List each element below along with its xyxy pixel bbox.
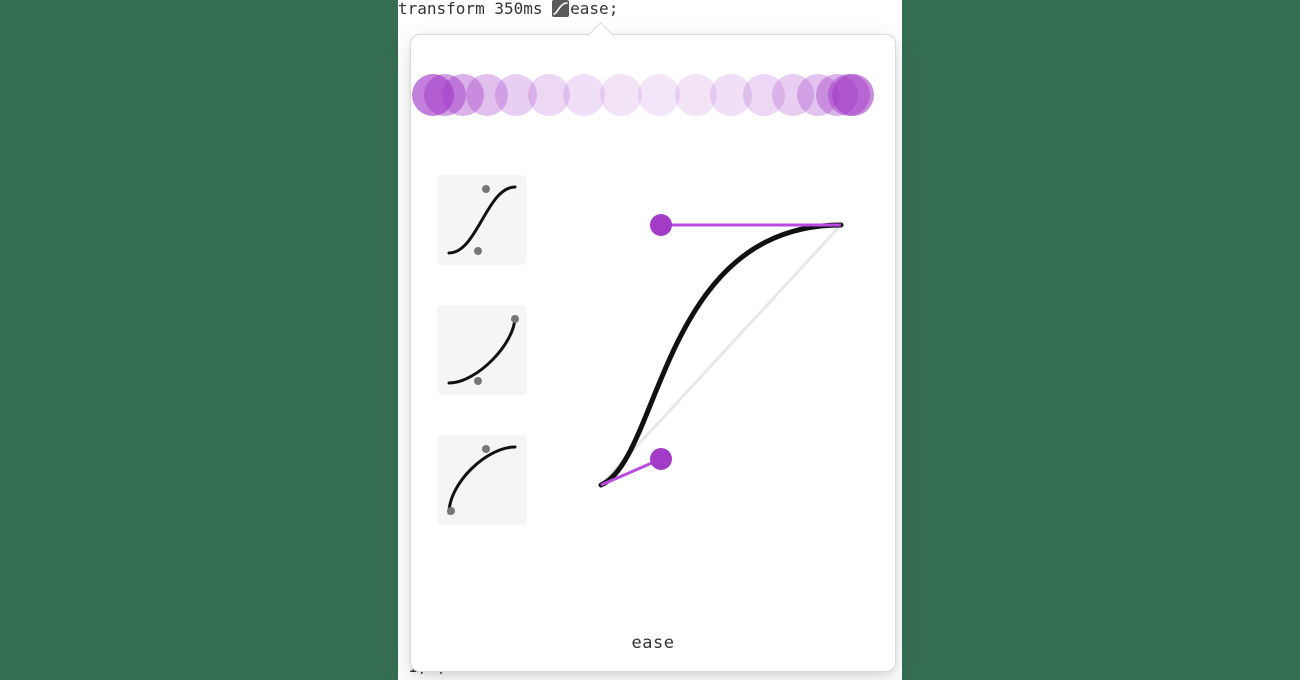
preview-dot (563, 74, 605, 116)
bezier-curve-editor[interactable] (581, 205, 861, 505)
bezier-swatch-icon[interactable] (552, 0, 569, 17)
bezier-handle-p1[interactable] (650, 448, 672, 470)
timing-preview-strip (433, 60, 873, 130)
preset-ease-out[interactable] (437, 435, 527, 525)
preview-dot (638, 74, 680, 116)
bezier-editor-popover: ease (410, 34, 896, 672)
preset-ease-in-out[interactable] (437, 175, 527, 265)
code-duration: 350ms (494, 0, 542, 18)
preview-dot (832, 74, 874, 116)
code-timing: ease (570, 0, 609, 18)
curve-name-label: ease (411, 633, 895, 653)
code-property: transform (398, 0, 485, 18)
preset-list (437, 175, 531, 565)
css-code-line: transform 350ms ease; (398, 0, 618, 22)
bezier-handle-p2[interactable] (650, 214, 672, 236)
stage: { "code_line": { "property": "transform"… (0, 0, 1300, 680)
preset-ease-in[interactable] (437, 305, 527, 395)
preview-dot (600, 74, 642, 116)
code-suffix: ; (609, 0, 619, 18)
